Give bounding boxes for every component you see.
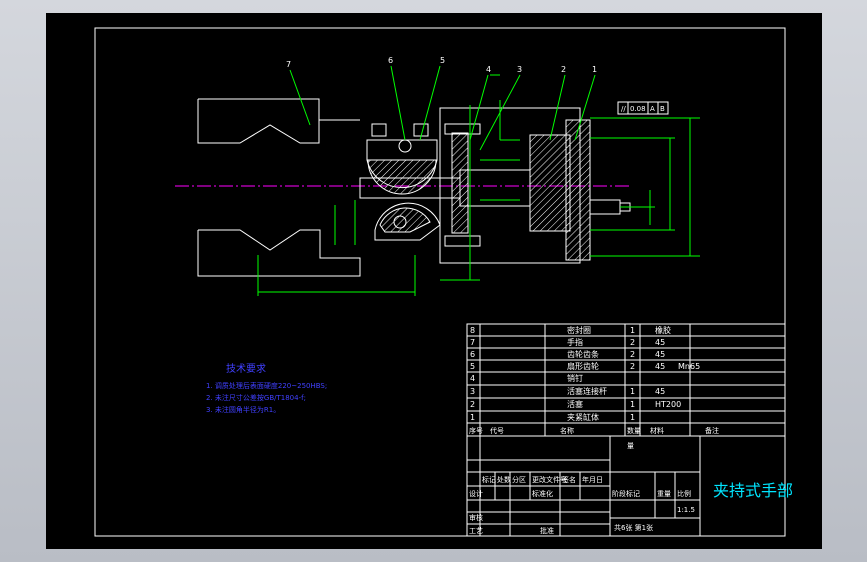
- bom-no-2: 2: [470, 400, 475, 409]
- callout-1: 1: [592, 65, 597, 74]
- bom-no-8: 8: [470, 326, 475, 335]
- bom-name-5: 扇形齿轮: [567, 361, 599, 371]
- hdr-name: 名称: [560, 426, 574, 435]
- finger-lower: [197, 229, 361, 277]
- bom-name-6: 齿轮齿条: [567, 349, 599, 359]
- tol-symbol: //: [621, 105, 626, 113]
- lbl-check: 审核: [469, 513, 483, 522]
- hdr-no: 序号: [469, 426, 483, 435]
- tolerance-frame: // 0.08 A B: [617, 101, 669, 115]
- notes-heading: 技术要求: [226, 362, 266, 375]
- bom-qty-8: 1: [630, 326, 635, 335]
- bom-qty-2: 1: [630, 400, 635, 409]
- title-block-labels: 序号 代号 名称 数量 材料 备注 量 标记 处数 分区 更改文件号 签名 年月…: [469, 426, 719, 535]
- technical-notes: 技术要求 1. 调质处理后表面硬度220~250HBS; 2. 未注尺寸公差按G…: [206, 362, 327, 414]
- bom-material-8: 橡胶: [655, 325, 671, 335]
- bom-qty-6: 2: [630, 350, 635, 359]
- lbl-mark: 标记: [482, 475, 496, 484]
- callout-2: 2: [561, 65, 566, 74]
- cad-drawing: // 0.08 A B 1 2 3 4 5 6 7 技术要求 1. 调质处理后表…: [94, 27, 793, 537]
- lbl-sign: 签名: [562, 475, 576, 484]
- bom-note-5: Mn65: [678, 362, 700, 371]
- lbl-process: 工艺: [469, 527, 483, 535]
- callout-5: 5: [440, 56, 445, 65]
- hdr-note: 备注: [705, 426, 719, 435]
- bom-name-3: 活塞连接杆: [567, 386, 607, 396]
- bom-name-8: 密封圈: [567, 325, 591, 335]
- tol-datum-b: B: [660, 105, 665, 113]
- bom-material-5: 45: [655, 362, 665, 371]
- lbl-date: 年月日: [582, 475, 603, 484]
- bom-no-6: 6: [470, 350, 475, 359]
- lbl-approve: 批准: [540, 526, 554, 535]
- bom-name-7: 手指: [567, 337, 583, 347]
- note-3: 3. 未注圆角半径为R1。: [206, 405, 280, 414]
- bom-no-1: 1: [470, 413, 475, 422]
- bom-qty-7: 2: [630, 338, 635, 347]
- bom-qty-5: 2: [630, 362, 635, 371]
- qty-label: 量: [627, 442, 634, 450]
- note-2: 2. 未注尺寸公差按GB/T1804-f;: [206, 393, 306, 402]
- sheet-info: 共6张 第1张: [614, 523, 653, 532]
- bom-material-7: 45: [655, 338, 665, 347]
- lbl-standard: 标准化: [532, 489, 553, 498]
- lbl-design: 设计: [469, 489, 483, 498]
- drawing-title: 夹持式手部: [713, 481, 793, 500]
- sector-gear-lower: [374, 202, 441, 241]
- bom-no-4: 4: [470, 374, 475, 383]
- lbl-scale: 比例: [677, 489, 691, 498]
- bom-grid: [466, 323, 786, 537]
- bom-qty-1: 1: [630, 413, 635, 422]
- bom-qty-3: 1: [630, 387, 635, 396]
- hdr-code: 代号: [490, 426, 504, 435]
- tol-value: 0.08: [630, 105, 646, 113]
- bom-name-4: 销钉: [567, 373, 583, 383]
- bom-no-7: 7: [470, 338, 475, 347]
- bom-material-2: HT200: [655, 400, 681, 409]
- lbl-zone: 分区: [512, 475, 526, 484]
- note-1: 1. 调质处理后表面硬度220~250HBS;: [206, 381, 327, 390]
- bom-material-3: 45: [655, 387, 665, 396]
- callout-4: 4: [486, 65, 491, 74]
- lbl-count: 处数: [497, 475, 511, 484]
- bom-name-2: 活塞: [567, 399, 583, 409]
- bom-no-5: 5: [470, 362, 475, 371]
- bom-no-3: 3: [470, 387, 475, 396]
- scale-value: 1:1.5: [677, 506, 695, 514]
- tol-datum-a: A: [650, 105, 655, 113]
- callout-7: 7: [286, 60, 291, 69]
- lbl-stage: 阶段标记: [612, 489, 640, 498]
- bom-name-1: 夹紧缸体: [567, 412, 599, 422]
- bom-material-6: 45: [655, 350, 665, 359]
- callout-3: 3: [517, 65, 522, 74]
- hdr-qty: 数量: [627, 426, 641, 435]
- lbl-weight: 重量: [657, 490, 671, 498]
- sector-gear-upper: [366, 123, 438, 195]
- callout-6: 6: [388, 56, 393, 65]
- bom-rows: 8 密封圈 1 橡胶 7 手指 2 45 6 齿轮齿条 2 45 5 扇形齿轮 2 45 Mn65 4 销钉 3 活塞连…: [470, 325, 700, 422]
- finger-upper: [197, 98, 360, 144]
- dimension-lines: [257, 100, 700, 296]
- hdr-material: 材料: [650, 426, 664, 435]
